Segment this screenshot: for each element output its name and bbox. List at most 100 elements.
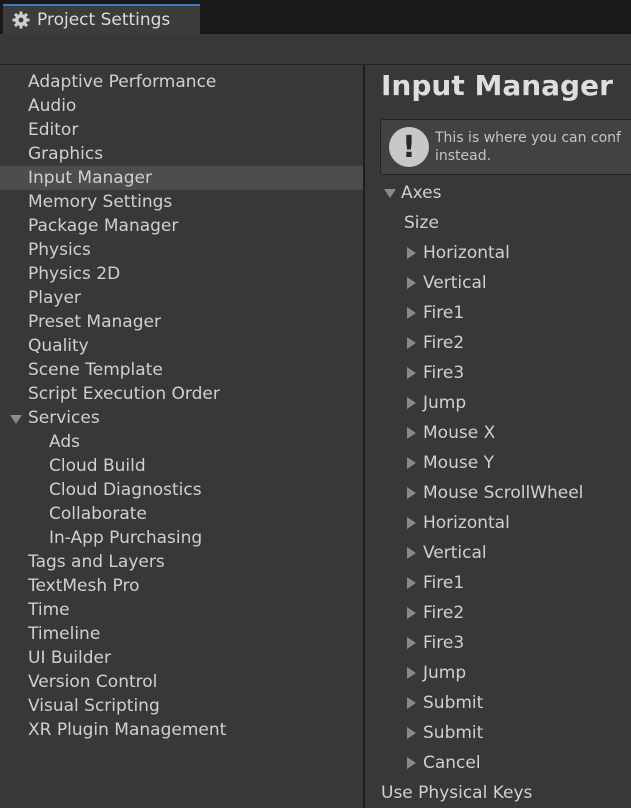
- sidebar-item-cloud-build[interactable]: Cloud Build: [0, 454, 363, 478]
- help-text: This is where you can conf instead.: [435, 130, 621, 164]
- collapsed-arrow-icon[interactable]: [407, 667, 416, 679]
- sidebar-item-label: Collaborate: [49, 504, 147, 524]
- sidebar-item-label: TextMesh Pro: [28, 576, 140, 596]
- sidebar-item-label: Scene Template: [28, 360, 163, 380]
- sidebar-item-collaborate[interactable]: Collaborate: [0, 502, 363, 526]
- axis-item[interactable]: Cancel: [423, 751, 481, 775]
- sidebar-item-editor[interactable]: Editor: [0, 118, 363, 142]
- sidebar-item-label: Preset Manager: [28, 312, 161, 332]
- sidebar-item-label: Adaptive Performance: [28, 72, 217, 92]
- axis-item[interactable]: Fire2: [423, 601, 464, 625]
- sidebar-item-player[interactable]: Player: [0, 286, 363, 310]
- sidebar-item-scene-template[interactable]: Scene Template: [0, 358, 363, 382]
- collapsed-arrow-icon[interactable]: [407, 697, 416, 709]
- sidebar-item-label: Graphics: [28, 144, 104, 164]
- collapsed-arrow-icon[interactable]: [407, 517, 416, 529]
- axis-item[interactable]: Vertical: [423, 541, 487, 565]
- axis-item[interactable]: Submit: [423, 691, 483, 715]
- sidebar-item-package-manager[interactable]: Package Manager: [0, 214, 363, 238]
- sidebar-item-label: Physics: [28, 240, 91, 260]
- collapsed-arrow-icon[interactable]: [407, 637, 416, 649]
- axis-item[interactable]: Mouse Y: [423, 451, 494, 475]
- sidebar-item-label: Cloud Diagnostics: [49, 480, 202, 500]
- collapsed-arrow-icon[interactable]: [407, 367, 416, 379]
- sidebar-item-input-manager[interactable]: Input Manager: [0, 166, 363, 190]
- inspector-panel: Input Manager ! This is where you can co…: [365, 65, 631, 808]
- help-box: ! This is where you can conf instead.: [380, 119, 631, 175]
- sidebar-item-label: Cloud Build: [49, 456, 146, 476]
- axis-item[interactable]: Jump: [423, 661, 466, 685]
- sidebar-item-label: UI Builder: [28, 648, 111, 668]
- sidebar-item-version-control[interactable]: Version Control: [0, 670, 363, 694]
- collapsed-arrow-icon[interactable]: [407, 457, 416, 469]
- axis-item[interactable]: Fire2: [423, 331, 464, 355]
- sidebar-item-label: Memory Settings: [28, 192, 173, 212]
- sidebar-item-tags-and-layers[interactable]: Tags and Layers: [0, 550, 363, 574]
- axis-item[interactable]: Vertical: [423, 271, 487, 295]
- axis-item[interactable]: Submit: [423, 721, 483, 745]
- sidebar-item-services[interactable]: Services: [0, 406, 363, 430]
- axis-item[interactable]: Fire1: [423, 301, 464, 325]
- collapsed-arrow-icon[interactable]: [407, 277, 416, 289]
- sidebar-item-timeline[interactable]: Timeline: [0, 622, 363, 646]
- sidebar-item-ads[interactable]: Ads: [0, 430, 363, 454]
- axis-item[interactable]: Mouse X: [423, 421, 495, 445]
- collapsed-arrow-icon[interactable]: [407, 757, 416, 769]
- sidebar-item-audio[interactable]: Audio: [0, 94, 363, 118]
- axis-item[interactable]: Fire3: [423, 631, 464, 655]
- sidebar-item-label: XR Plugin Management: [28, 720, 227, 740]
- axis-item[interactable]: Fire3: [423, 361, 464, 385]
- window-titlebar: Project Settings: [0, 0, 631, 34]
- sidebar-item-time[interactable]: Time: [0, 598, 363, 622]
- tab-title: Project Settings: [37, 10, 171, 30]
- gear-icon: [12, 11, 30, 29]
- sidebar-item-label: Ads: [49, 432, 80, 452]
- sidebar-item-script-execution-order[interactable]: Script Execution Order: [0, 382, 363, 406]
- sidebar-item-physics-2d[interactable]: Physics 2D: [0, 262, 363, 286]
- settings-sidebar: Adaptive Performance Audio Editor Graphics I…: [0, 65, 363, 808]
- axis-item[interactable]: Fire1: [423, 571, 464, 595]
- axes-foldout-label[interactable]: Axes: [401, 181, 441, 205]
- collapsed-arrow-icon[interactable]: [407, 337, 416, 349]
- collapsed-arrow-icon[interactable]: [407, 727, 416, 739]
- sidebar-item-label: Tags and Layers: [28, 552, 165, 572]
- sidebar-item-adaptive-performance[interactable]: Adaptive Performance: [0, 70, 363, 94]
- sidebar-item-label: Version Control: [28, 672, 158, 692]
- sidebar-item-in-app-purchasing[interactable]: In-App Purchasing: [0, 526, 363, 550]
- sidebar-item-cloud-diagnostics[interactable]: Cloud Diagnostics: [0, 478, 363, 502]
- axis-item[interactable]: Jump: [423, 391, 466, 415]
- use-physical-keys-label: Use Physical Keys: [381, 783, 533, 803]
- sidebar-item-label: Physics 2D: [28, 264, 121, 284]
- collapsed-arrow-icon[interactable]: [407, 397, 416, 409]
- sidebar-item-preset-manager[interactable]: Preset Manager: [0, 310, 363, 334]
- sidebar-item-graphics[interactable]: Graphics: [0, 142, 363, 166]
- collapsed-arrow-icon[interactable]: [407, 607, 416, 619]
- exclamation-icon: !: [389, 127, 429, 167]
- collapsed-arrow-icon[interactable]: [407, 577, 416, 589]
- axis-item[interactable]: Horizontal: [423, 241, 510, 265]
- collapsed-arrow-icon[interactable]: [407, 427, 416, 439]
- toolbar: [0, 34, 631, 65]
- sidebar-item-label: Time: [28, 600, 70, 620]
- collapsed-arrow-icon[interactable]: [407, 247, 416, 259]
- sidebar-item-physics[interactable]: Physics: [0, 238, 363, 262]
- axis-item[interactable]: Horizontal: [423, 511, 510, 535]
- sidebar-item-memory-settings[interactable]: Memory Settings: [0, 190, 363, 214]
- axes-foldout-arrow-icon[interactable]: [384, 189, 396, 198]
- sidebar-item-ui-builder[interactable]: UI Builder: [0, 646, 363, 670]
- sidebar-item-label: Input Manager: [28, 168, 152, 188]
- collapsed-arrow-icon[interactable]: [407, 307, 416, 319]
- sidebar-item-xr-plugin-management[interactable]: XR Plugin Management: [0, 718, 363, 742]
- project-settings-tab[interactable]: Project Settings: [3, 4, 200, 34]
- sidebar-item-visual-scripting[interactable]: Visual Scripting: [0, 694, 363, 718]
- page-title: Input Manager: [381, 69, 613, 102]
- axis-item[interactable]: Mouse ScrollWheel: [423, 481, 583, 505]
- sidebar-item-quality[interactable]: Quality: [0, 334, 363, 358]
- collapsed-arrow-icon[interactable]: [407, 487, 416, 499]
- collapsed-arrow-icon[interactable]: [407, 547, 416, 559]
- sidebar-item-label: Visual Scripting: [28, 696, 160, 716]
- sidebar-item-label: Package Manager: [28, 216, 179, 236]
- sidebar-item-label: In-App Purchasing: [49, 528, 203, 548]
- expand-arrow-icon[interactable]: [10, 415, 22, 424]
- sidebar-item-textmesh-pro[interactable]: TextMesh Pro: [0, 574, 363, 598]
